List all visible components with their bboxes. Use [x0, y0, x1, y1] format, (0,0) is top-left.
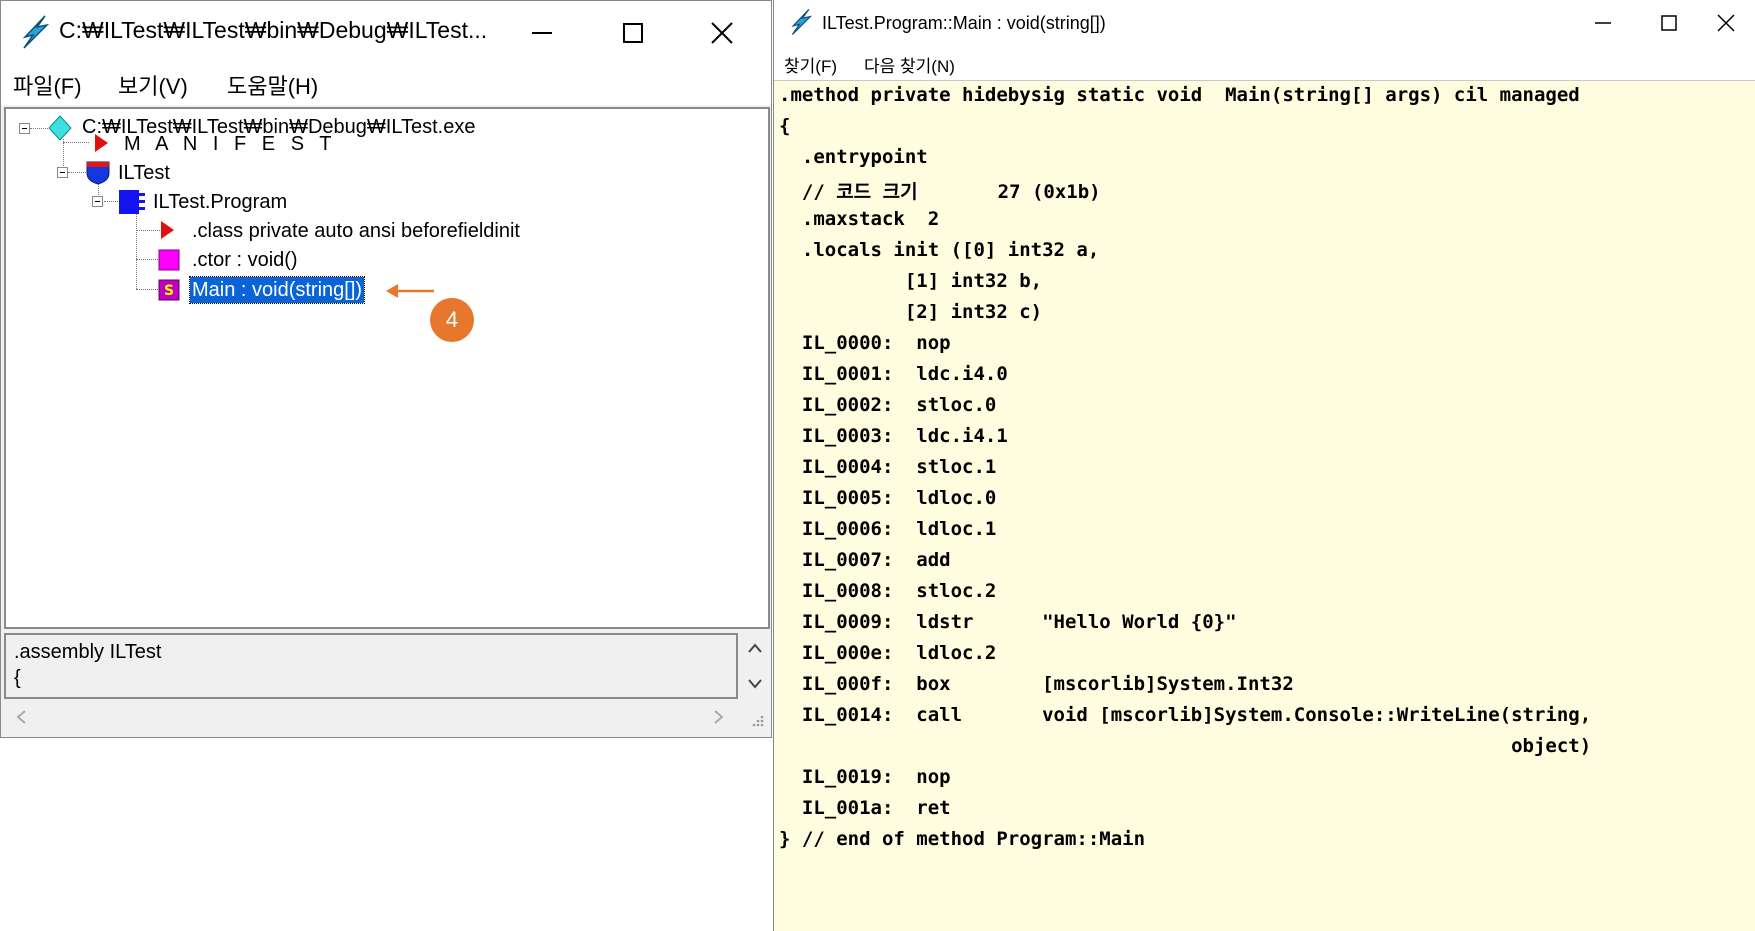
- info-line: {: [14, 667, 21, 689]
- code-line: [1] int32 b,: [779, 270, 1043, 292]
- info-horizontal-scrollbar[interactable]: [4, 701, 770, 733]
- assembly-diamond-icon: [48, 115, 72, 141]
- code-line: .locals init ([0] int32 a,: [779, 239, 1100, 261]
- class-icon: [119, 190, 145, 214]
- code-window-menu-bar: 찾기(F) 다음 찾기(N): [774, 46, 1755, 81]
- tree-item-manifest[interactable]: M A N I F E S T: [124, 133, 336, 156]
- tree-connector: [63, 142, 89, 143]
- scroll-right-icon[interactable]: [712, 709, 726, 725]
- tree-item-class[interactable]: ILTest.Program: [153, 191, 287, 214]
- scroll-left-icon[interactable]: [14, 709, 28, 725]
- collapse-toggle[interactable]: [57, 167, 68, 178]
- close-icon: [711, 22, 733, 44]
- code-line: object): [779, 735, 1592, 757]
- tree-item-namespace[interactable]: ILTest: [118, 162, 170, 185]
- code-line: IL_001a: ret: [779, 797, 951, 819]
- menu-find[interactable]: 찾기(F): [784, 52, 837, 77]
- ildasm-main-window: C:₩ILTest₩ILTest₩bin₩Debug₩ILTest... 파일(…: [0, 0, 772, 738]
- code-line: } // end of method Program::Main: [779, 828, 1146, 850]
- code-line: IL_0009: ldstr "Hello World {0}": [779, 611, 1237, 633]
- code-line: IL_0002: stloc.0: [779, 394, 997, 416]
- code-line: IL_0019: nop: [779, 766, 951, 788]
- code-line: IL_0001: ldc.i4.0: [779, 363, 1008, 385]
- menu-help[interactable]: 도움말(H): [227, 69, 318, 101]
- code-line: .maxstack 2: [779, 208, 940, 230]
- close-button[interactable]: [687, 1, 757, 65]
- close-button[interactable]: [1696, 0, 1755, 46]
- class-info-triangle-icon: [161, 221, 174, 239]
- code-line: IL_0014: call void [mscorlib]System.Cons…: [779, 704, 1592, 726]
- code-line: [2] int32 c): [779, 301, 1043, 323]
- minimize-button[interactable]: [507, 1, 577, 65]
- menu-file[interactable]: 파일(F): [13, 69, 82, 101]
- maximize-icon: [1661, 15, 1677, 31]
- maximize-button[interactable]: [1639, 0, 1699, 46]
- collapse-toggle[interactable]: [19, 123, 30, 134]
- left-menu-bar: 파일(F) 보기(V) 도움말(H): [1, 65, 771, 105]
- code-line: {: [779, 115, 791, 137]
- menu-view[interactable]: 보기(V): [118, 69, 188, 101]
- collapse-toggle[interactable]: [92, 196, 103, 207]
- left-title-bar[interactable]: C:₩ILTest₩ILTest₩bin₩Debug₩ILTest...: [1, 1, 771, 65]
- info-vertical-scrollbar[interactable]: [739, 633, 771, 699]
- code-line: .method private hidebysig static void Ma…: [779, 84, 1580, 106]
- tree-item-ctor[interactable]: .ctor : void(): [192, 249, 298, 272]
- close-icon: [1717, 14, 1735, 32]
- left-window-title: C:₩ILTest₩ILTest₩bin₩Debug₩ILTest...: [59, 17, 488, 43]
- maximize-icon: [623, 23, 643, 43]
- callout-arrow-icon: [386, 284, 434, 298]
- code-line: IL_0008: stloc.2: [779, 580, 997, 602]
- tree-connector: [30, 128, 48, 129]
- code-line: IL_0006: ldloc.1: [779, 518, 997, 540]
- step-callout-badge: 4: [430, 298, 474, 342]
- code-line: IL_0000: nop: [779, 332, 951, 354]
- resize-grip-icon[interactable]: [750, 713, 764, 727]
- scroll-up-icon[interactable]: [747, 641, 763, 655]
- tree-item-class-declaration[interactable]: .class private auto ansi beforefieldinit: [192, 220, 520, 243]
- code-line: IL_0005: ldloc.0: [779, 487, 997, 509]
- tree-connector: [68, 172, 86, 173]
- maximize-button[interactable]: [598, 1, 668, 65]
- static-method-icon: S: [158, 279, 180, 301]
- ildasm-app-icon: [22, 15, 49, 49]
- code-line: IL_0004: stloc.1: [779, 456, 997, 478]
- code-line: IL_000f: box [mscorlib]System.Int32: [779, 673, 1294, 695]
- tree-connector: [136, 211, 137, 289]
- right-title-bar[interactable]: ILTest.Program::Main : void(string[]): [774, 0, 1755, 46]
- svg-text:S: S: [164, 283, 174, 299]
- code-line: IL_0003: ldc.i4.1: [779, 425, 1008, 447]
- minimize-icon: [532, 32, 552, 34]
- minimize-icon: [1595, 22, 1611, 24]
- code-window-title: ILTest.Program::Main : void(string[]): [822, 13, 1106, 33]
- code-line: .entrypoint: [779, 146, 928, 168]
- info-line: .assembly ILTest: [14, 641, 162, 663]
- code-line: IL_000e: ldloc.2: [779, 642, 997, 664]
- minimize-button[interactable]: [1573, 0, 1633, 46]
- tree-item-main-method[interactable]: Main : void(string[]): [188, 276, 366, 304]
- namespace-shield-icon: [86, 161, 110, 185]
- code-line: IL_0007: add: [779, 549, 951, 571]
- info-text-pane[interactable]: .assembly ILTest {: [4, 633, 738, 699]
- manifest-triangle-icon: [95, 134, 108, 152]
- method-icon: [158, 249, 180, 271]
- menu-find-next[interactable]: 다음 찾기(N): [864, 52, 955, 77]
- ildasm-app-icon: [791, 9, 812, 35]
- scroll-down-icon[interactable]: [747, 677, 763, 691]
- code-line: // 코드 크기 27 (0x1b): [779, 181, 1101, 203]
- il-code-window: ILTest.Program::Main : void(string[]) 찾기…: [773, 0, 1755, 931]
- assembly-tree-view[interactable]: C:₩ILTest₩ILTest₩bin₩Debug₩ILTest.exe M …: [4, 107, 770, 629]
